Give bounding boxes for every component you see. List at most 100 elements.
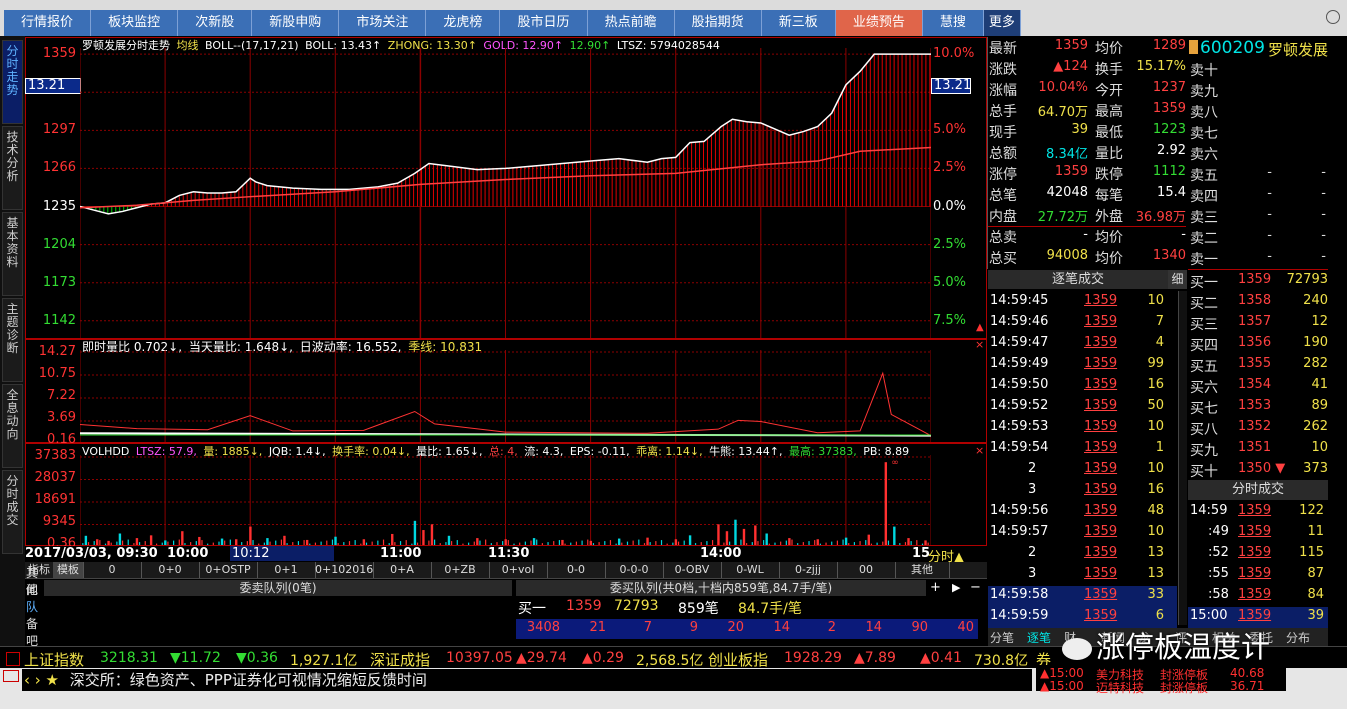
vr-label-0: 14.27 — [38, 344, 76, 359]
tick-volume: 33 — [1147, 587, 1164, 602]
nav-more[interactable]: 更多 — [983, 10, 1021, 36]
sell-price-7: - — [1267, 207, 1272, 222]
quote-label-0-a: 最新 — [989, 41, 1017, 57]
vol-close-icon[interactable]: × — [975, 444, 984, 457]
quote-value-10-a: 94008 — [1046, 248, 1088, 263]
quote-label-4-b: 最低 — [1095, 125, 1123, 141]
vol-bar-3 — [118, 533, 122, 545]
news-ticker[interactable]: ‹ › ★ 深交所：绿色资产、PPP证券化可视情况缩短反馈时间 — [22, 669, 1032, 691]
ticks-scrollbar[interactable] — [1178, 291, 1187, 625]
nav-tab-8[interactable]: 股指期货 — [675, 10, 762, 36]
indicator-tab-6[interactable]: 0+102016 — [315, 562, 374, 578]
queue-minus-button[interactable]: − — [970, 580, 984, 596]
buy-price-6: 1353 — [1238, 398, 1272, 413]
nav-tab-6[interactable]: 股市日历 — [500, 10, 588, 36]
ticks-title-text: 逐笔成交 — [1051, 272, 1104, 287]
index-name-1[interactable]: 深证成指 — [370, 649, 430, 670]
indicator-tab-14[interactable]: 0-zjjj — [779, 562, 838, 578]
quote-label-9-b: 均价 — [1095, 230, 1123, 246]
quote-value-0-a: 1359 — [1054, 38, 1088, 53]
quote-value-5-a: 8.34亿 — [1046, 147, 1088, 162]
index-name-0[interactable]: 上证指数 — [24, 649, 84, 670]
tick-price: 1359 — [1084, 545, 1118, 560]
sell-label-0: 卖十 — [1190, 63, 1218, 79]
tick-volume: 4 — [1155, 335, 1164, 350]
vol-bar-13 — [283, 535, 286, 545]
side-tab-5[interactable]: 分时成交 — [2, 470, 23, 554]
tick-row-13: 3 1359 13 — [988, 565, 1177, 586]
indicator-tab-2[interactable]: 0 — [83, 562, 142, 578]
queue-item-9: 40 — [957, 620, 974, 635]
index-icon[interactable] — [6, 652, 20, 666]
indicator-tab-16[interactable]: 其他 — [895, 562, 950, 578]
side-tab-3[interactable]: 主题诊断 — [2, 298, 23, 382]
nav-tab-10[interactable]: 业绩预告 — [835, 10, 923, 36]
vol-bar-35 — [754, 525, 757, 545]
queue-side-2[interactable]: 队 — [26, 598, 42, 615]
indicator-tab-1[interactable]: 模板 — [53, 562, 84, 578]
tick-price: 1359 — [1084, 566, 1118, 581]
vr-close-icon[interactable]: × — [975, 338, 984, 351]
minute-tick-row-3: :55 1359 87 — [1188, 565, 1328, 586]
sell-volume-6: - — [1321, 186, 1326, 201]
buy1-count: 859笔 — [678, 601, 719, 617]
nav-tab-2[interactable]: 次新股 — [178, 10, 253, 36]
scroll-up-icon[interactable]: ▲ — [976, 322, 984, 333]
vol-bar-5 — [149, 535, 153, 545]
side-tab-1[interactable]: 技术分析 — [2, 126, 23, 210]
mail-icon[interactable] — [3, 670, 19, 682]
queue-item-4: 20 — [727, 620, 744, 635]
nav-tab-0[interactable]: 行情报价 — [4, 10, 92, 36]
vol-bar-7 — [181, 531, 184, 545]
tick-row-11: 14:59:57 1359 10 — [988, 523, 1177, 544]
cursor-price-right-text: 13.21 — [934, 78, 972, 93]
queue-play-icon[interactable]: ▶ — [952, 580, 966, 596]
watermark-text: 涨停板温度计 — [1096, 630, 1271, 664]
indicator-tab-12[interactable]: 0-OBV — [663, 562, 722, 578]
vol-bar-23 — [504, 539, 507, 545]
buy-label-7: 买八 — [1190, 422, 1218, 438]
index-name-2[interactable]: 创业板指 — [708, 649, 768, 670]
side-tab-2[interactable]: 基本资料 — [2, 212, 23, 296]
buy-price-4: 1355 — [1238, 356, 1272, 371]
side-tab-4[interactable]: 全息动向 — [2, 384, 23, 468]
news-nav-icon[interactable]: ‹ › ★ — [24, 671, 59, 689]
rb-tab-1[interactable]: 逐笔 — [1027, 629, 1062, 646]
indicator-tab-9[interactable]: 0+vol — [489, 562, 548, 578]
indicator-tab-11[interactable]: 0-0-0 — [605, 562, 664, 578]
time-label-1: 10:00 — [167, 546, 209, 561]
minute-tick-volume: 39 — [1307, 608, 1324, 623]
nav-tab-9[interactable]: 新三板 — [762, 10, 836, 36]
indicator-tab-4[interactable]: 0+OSTP — [199, 562, 258, 578]
vol-bar-0 — [84, 535, 88, 545]
rb-tab-0[interactable]: 分笔 — [990, 629, 1025, 646]
buy-volume-5: 41 — [1311, 377, 1328, 392]
quote-value-1-b: 15.17% — [1136, 59, 1186, 74]
nav-tab-11[interactable]: 慧搜 — [923, 10, 984, 36]
indicator-tab-13[interactable]: 0-WL — [721, 562, 780, 578]
wechat-icon — [1062, 638, 1092, 660]
indicator-tab-7[interactable]: 0+A — [373, 562, 432, 578]
nav-tab-7[interactable]: 热点前瞻 — [588, 10, 675, 36]
restore-icon[interactable] — [1326, 10, 1340, 24]
buy-label-0: 买一 — [1190, 275, 1218, 291]
ticks-detail-tab[interactable]: 细 — [1168, 270, 1187, 289]
indicator-tab-10[interactable]: 0-0 — [547, 562, 606, 578]
nav-tab-3[interactable]: 新股申购 — [252, 10, 340, 36]
indicator-tab-15[interactable]: 00 — [837, 562, 896, 578]
nav-tab-4[interactable]: 市场关注 — [339, 10, 427, 36]
indicator-tab-5[interactable]: 0+1 — [257, 562, 316, 578]
side-tab-0[interactable]: 分时走势 — [2, 40, 23, 124]
queue-side-3[interactable]: 备 — [26, 615, 42, 632]
vol-bar-25 — [561, 539, 564, 545]
queue-side-1[interactable]: 闻 — [26, 581, 42, 598]
queue-add-button[interactable]: + — [930, 580, 944, 596]
nav-tab-5[interactable]: 龙虎榜 — [426, 10, 501, 36]
vol-bar-26 — [589, 540, 592, 545]
nav-tab-1[interactable]: 板块监控 — [91, 10, 179, 36]
indicator-tab-8[interactable]: 0+ZB — [431, 562, 490, 578]
tick-row-14: 14:59:58 1359 33 — [988, 586, 1177, 607]
price-chart[interactable] — [80, 48, 931, 338]
quote-value-3-b: 1359 — [1152, 101, 1186, 116]
indicator-tab-3[interactable]: 0+0 — [141, 562, 200, 578]
